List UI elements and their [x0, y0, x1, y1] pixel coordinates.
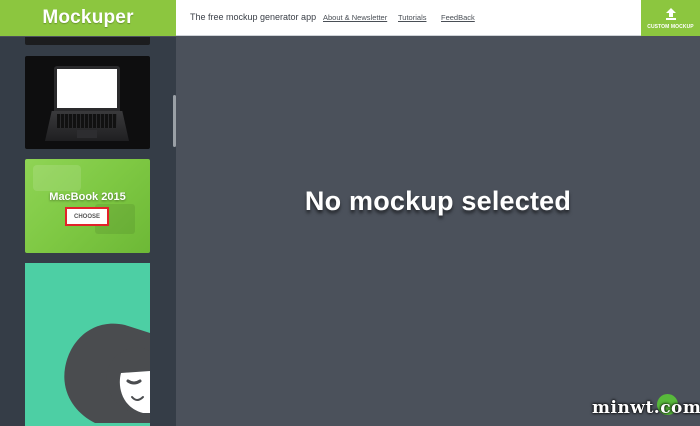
custom-mockup-label: CUSTOM MOCKUP — [647, 23, 694, 30]
macbook-2015-thumbnail[interactable]: MacBook 2015 CHOOSE — [25, 159, 150, 253]
mockup-thumbnail-top[interactable] — [25, 37, 150, 45]
nav-tutorials[interactable]: Tutorials — [398, 13, 426, 22]
woman-illustration-thumbnail[interactable] — [25, 263, 150, 426]
laptop-screen — [57, 69, 117, 108]
custom-mockup-button[interactable]: CUSTOM MOCKUP — [641, 0, 700, 36]
preview-area: No mockup selected — [176, 37, 700, 426]
laptop-mockup-thumbnail[interactable] — [25, 56, 150, 149]
logo-text: Mockuper — [42, 7, 134, 28]
logo[interactable]: Mockuper — [0, 0, 176, 36]
macbook-title: MacBook 2015 — [49, 191, 126, 203]
watermark: minwt.com — [582, 392, 700, 422]
laptop-trackpad — [77, 130, 97, 138]
laptop-keyboard — [57, 114, 117, 128]
upload-icon — [665, 7, 676, 20]
tagline: The free mockup generator app — [190, 12, 317, 22]
empty-state-message: No mockup selected — [304, 186, 572, 216]
nav-about-newsletter[interactable]: About & Newsletter — [323, 13, 387, 22]
woman-illustration — [64, 323, 150, 423]
watermark-text: minwt.com — [592, 398, 700, 418]
choose-button[interactable]: CHOOSE — [65, 207, 109, 226]
decor-shape — [33, 165, 81, 191]
top-header: Mockuper The free mockup generator app A… — [0, 0, 700, 36]
mockup-sidebar[interactable]: MacBook 2015 CHOOSE — [0, 37, 176, 426]
nav-feedback[interactable]: FeedBack — [441, 13, 475, 22]
